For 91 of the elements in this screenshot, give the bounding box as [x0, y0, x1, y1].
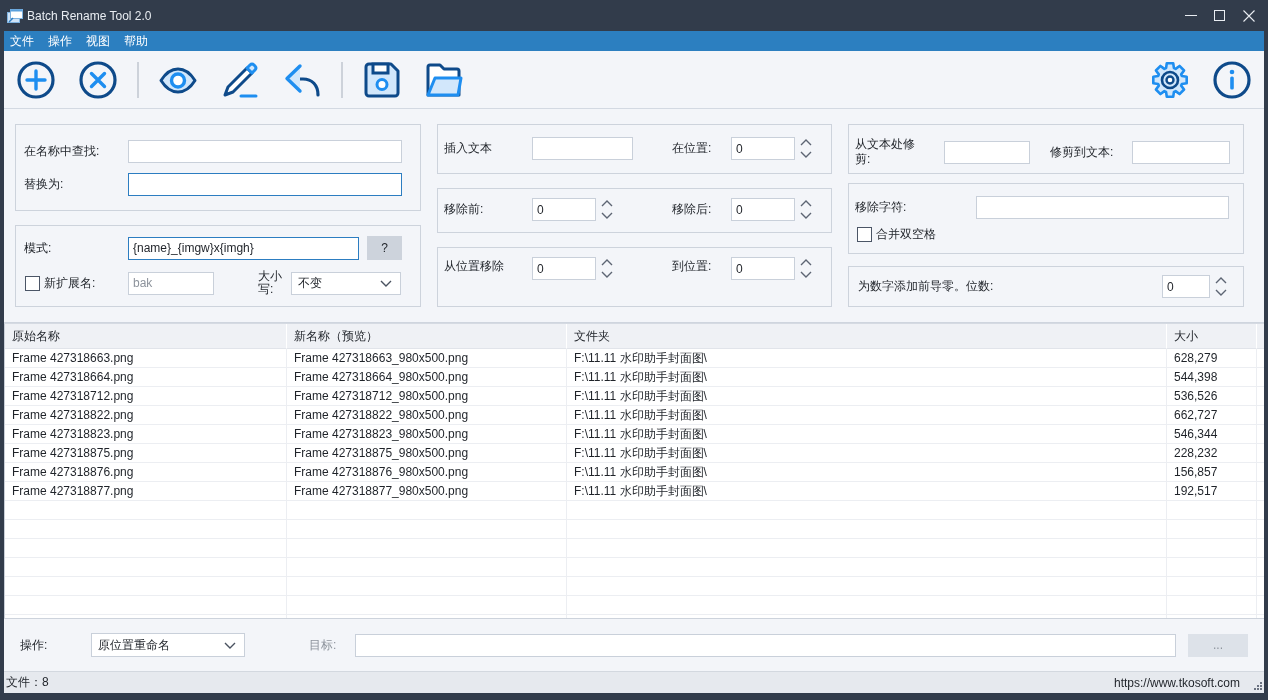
- table-cell-text: F:\11.11 水印助手封面图\: [573, 369, 708, 386]
- table-cell-text: 544,398: [1173, 369, 1219, 386]
- table-cell-text: F:\11.11 水印助手封面图\: [573, 464, 708, 481]
- checkbox-label: 新扩展名:: [44, 275, 96, 291]
- table-cell-text: 192,517: [1173, 483, 1219, 500]
- dropdown[interactable]: 不变: [291, 271, 401, 295]
- stacked-windows-icon: [7, 7, 23, 24]
- table-cell-text: F:\11.11 水印助手封面图\: [573, 483, 708, 500]
- spin-arrows-icon[interactable]: [601, 259, 613, 278]
- table-cell-text: Frame 427318663.png: [11, 350, 135, 367]
- table-cell-text: Frame 427318876.png: [11, 464, 135, 481]
- number-field[interactable]: 0: [731, 137, 795, 160]
- table-cell-text: Frame 427318664_980x500.png: [293, 369, 470, 386]
- number-field[interactable]: 0: [532, 257, 596, 280]
- field-label: 大小写:: [258, 270, 283, 296]
- field-label: 为数字添加前导零。位数:: [858, 279, 995, 294]
- dropdown[interactable]: 原位置重命名: [91, 633, 245, 657]
- field-label: 从位置移除: [444, 258, 505, 274]
- website-link[interactable]: https://www.tkosoft.com: [1113, 675, 1240, 690]
- close-icon[interactable]: [1242, 9, 1255, 22]
- table-cell-text: 662,727: [1173, 407, 1219, 424]
- info-icon[interactable]: [1213, 61, 1251, 99]
- minimize-icon[interactable]: [1184, 15, 1197, 16]
- curved-arrow-icon[interactable]: [283, 61, 321, 99]
- field-label: 移除前:: [444, 201, 485, 217]
- field-label: 在位置:: [672, 140, 713, 156]
- table-cell-text: Frame 427318875.png: [11, 445, 135, 462]
- checkbox[interactable]: [857, 227, 872, 242]
- table-cell-text: 546,344: [1173, 426, 1219, 443]
- checkbox-label: 合并双空格: [876, 227, 936, 242]
- chevron-down-icon: [380, 279, 392, 287]
- spin-arrows-icon[interactable]: [800, 200, 812, 219]
- gear-icon[interactable]: [1151, 61, 1189, 99]
- table-cell-text: Frame 427318877_980x500.png: [293, 483, 470, 500]
- number-field[interactable]: 0: [532, 198, 596, 221]
- menu-item[interactable]: 帮助: [118, 31, 154, 51]
- spin-arrows-icon[interactable]: [601, 200, 613, 219]
- chevron-down-icon: [224, 641, 236, 649]
- x-circle-icon[interactable]: [79, 61, 117, 99]
- help-button[interactable]: ?: [367, 236, 402, 260]
- menu-item[interactable]: 文件: [4, 31, 40, 51]
- text-field[interactable]: {name}_{imgw}x{imgh}: [128, 236, 359, 260]
- table-cell-text: 228,232: [1173, 445, 1219, 462]
- table-cell-text: Frame 427318822_980x500.png: [293, 407, 470, 424]
- table-cell-text: Frame 427318875_980x500.png: [293, 445, 470, 462]
- table-cell-text: Frame 427318823_980x500.png: [293, 426, 470, 443]
- pencil-icon[interactable]: [221, 61, 259, 99]
- maximize-icon[interactable]: [1214, 10, 1225, 21]
- eye-icon[interactable]: [159, 66, 197, 94]
- field-label: 插入文本: [444, 140, 493, 156]
- file-count-label: 文件：8: [6, 675, 49, 690]
- table-cell-text: Frame 427318664.png: [11, 369, 135, 386]
- field-label: 到位置:: [672, 258, 713, 274]
- menu-item[interactable]: 操作: [42, 31, 78, 51]
- field-label: 模式:: [24, 240, 53, 256]
- spin-arrows-icon[interactable]: [800, 139, 812, 158]
- field-label: 移除后:: [672, 201, 713, 217]
- number-field[interactable]: 0: [1162, 275, 1210, 298]
- resize-grip-icon[interactable]: [1254, 682, 1262, 690]
- field-label: 移除字符:: [855, 200, 908, 215]
- table-cell-text: F:\11.11 水印助手封面图\: [573, 445, 708, 462]
- table-cell-text: F:\11.11 水印助手封面图\: [573, 407, 708, 424]
- table-cell-text: Frame 427318822.png: [11, 407, 135, 424]
- table-cell-text: Frame 427318712_980x500.png: [293, 388, 470, 405]
- spin-arrows-icon[interactable]: [800, 259, 812, 278]
- menu-item[interactable]: 视图: [80, 31, 116, 51]
- field-label: 在名称中查找:: [24, 144, 101, 159]
- table-cell-text: Frame 427318877.png: [11, 483, 135, 500]
- plus-circle-icon[interactable]: [17, 61, 55, 99]
- checkbox[interactable]: [25, 275, 40, 291]
- table-cell-text: F:\11.11 水印助手封面图\: [573, 350, 708, 367]
- number-field[interactable]: 0: [731, 257, 795, 280]
- field-label: 操作:: [20, 637, 49, 653]
- table-cell-text: 628,279: [1173, 350, 1219, 367]
- table-cell-text: F:\11.11 水印助手封面图\: [573, 426, 708, 443]
- folder-icon[interactable]: [425, 63, 463, 97]
- spin-arrows-icon[interactable]: [1215, 277, 1227, 296]
- field-label: 从文本处修剪:: [855, 137, 916, 167]
- table-cell-text: F:\11.11 水印助手封面图\: [573, 388, 708, 405]
- field-label: 修剪到文本:: [1050, 144, 1115, 160]
- field-label: 目标:: [309, 637, 338, 653]
- table-cell-text: 536,526: [1173, 388, 1219, 405]
- table-cell-text: Frame 427318876_980x500.png: [293, 464, 470, 481]
- table-cell-text: Frame 427318712.png: [11, 388, 135, 405]
- table-cell-text: Frame 427318663_980x500.png: [293, 350, 470, 367]
- table-cell-text: 156,857: [1173, 464, 1219, 481]
- number-field[interactable]: 0: [731, 198, 795, 221]
- window-title: Batch Rename Tool 2.0: [27, 8, 152, 23]
- field-label: 替换为:: [24, 177, 65, 192]
- text-field[interactable]: [128, 173, 402, 196]
- table-cell-text: Frame 427318823.png: [11, 426, 135, 443]
